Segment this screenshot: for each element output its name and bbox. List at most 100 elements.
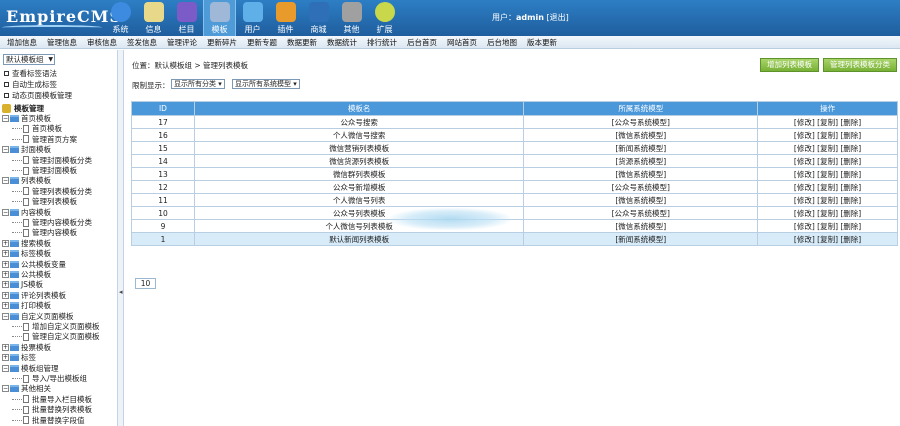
tree-item[interactable]: 批量替换列表模板 xyxy=(12,405,92,414)
menu-item-4[interactable]: 管理评论 xyxy=(164,36,200,48)
tree-item[interactable]: + 公共模板 xyxy=(2,270,51,279)
page-icon xyxy=(23,416,29,425)
collapse-arrow-icon[interactable]: ◂ xyxy=(119,288,123,296)
page-icon xyxy=(23,197,29,206)
menu-item-5[interactable]: 更新碎片 xyxy=(204,36,240,48)
menu-item-6[interactable]: 更新专题 xyxy=(244,36,280,48)
model-filter-select[interactable]: 显示所有系统模型 ▾ xyxy=(232,79,300,89)
collapse-icon[interactable]: − xyxy=(2,364,9,372)
menu-item-10[interactable]: 后台首页 xyxy=(404,36,440,48)
nav-item-4[interactable]: 用户 xyxy=(236,0,269,36)
tree-root[interactable]: 模板管理 xyxy=(2,104,44,113)
cell-ops[interactable]: [修改] [复制] [删除] xyxy=(757,167,898,181)
menu-item-2[interactable]: 审核信息 xyxy=(84,36,120,48)
tree-item[interactable]: 批量导入栏目模板 xyxy=(12,395,92,404)
menu-item-7[interactable]: 数据更新 xyxy=(284,36,320,48)
tree-item[interactable]: + JS模板 xyxy=(2,280,43,289)
menu-item-8[interactable]: 数据统计 xyxy=(324,36,360,48)
tree-item[interactable]: − 其他相关 xyxy=(2,384,51,393)
menu-item-3[interactable]: 签发信息 xyxy=(124,36,160,48)
tree-item[interactable]: 首页模板 xyxy=(12,124,62,133)
cell-ops[interactable]: [修改] [复制] [删除] xyxy=(757,180,898,194)
template-table: ID 模板名 所属系统模型 操作 17 公众号搜索 [公众号系统模型] [修改] [复… xyxy=(131,101,898,246)
tree-item[interactable]: − 首页模板 xyxy=(2,114,51,123)
nav-item-0[interactable]: 系统 xyxy=(104,0,137,36)
expand-icon[interactable]: + xyxy=(2,291,9,299)
tree-item[interactable]: + 公共模板变量 xyxy=(2,260,66,269)
cell-ops[interactable]: [修改] [复制] [删除] xyxy=(757,154,898,168)
page-number-box[interactable]: 10 xyxy=(135,278,156,289)
category-filter-select[interactable]: 显示所有分类 ▾ xyxy=(171,79,225,89)
tree-item[interactable]: + 搜索模板 xyxy=(2,239,51,248)
menu-item-1[interactable]: 管理信息 xyxy=(44,36,80,48)
collapse-icon[interactable]: − xyxy=(2,146,9,154)
nav-item-3[interactable]: 模板 xyxy=(203,0,236,36)
tree-item-label: 增加自定义页面模板 xyxy=(32,322,100,331)
tree-item[interactable]: 管理自定义页面模板 xyxy=(12,332,100,341)
tree-item[interactable]: 批量替换字段值 xyxy=(12,416,85,425)
sidebar-link-2[interactable]: 动态页面模板管理 xyxy=(4,91,72,101)
nav-item-8[interactable]: 扩展 xyxy=(368,0,401,36)
tree-item[interactable]: 管理列表模板 xyxy=(12,197,77,206)
cell-ops[interactable]: [修改] [复制] [删除] xyxy=(757,128,898,142)
tree-item[interactable]: − 列表模板 xyxy=(2,176,51,185)
expand-icon[interactable]: + xyxy=(2,250,9,258)
menu-item-0[interactable]: 增加信息 xyxy=(4,36,40,48)
sidebar-link-label: 自动生成标签 xyxy=(12,80,57,89)
menu-item-13[interactable]: 版本更新 xyxy=(524,36,560,48)
tree-item[interactable]: 管理封面模板分类 xyxy=(12,156,92,165)
tree-item[interactable]: + 打印模板 xyxy=(2,301,51,310)
collapse-icon[interactable]: − xyxy=(2,115,9,122)
tree-item[interactable]: − 自定义页面模板 xyxy=(2,312,74,321)
expand-icon[interactable]: + xyxy=(2,354,9,362)
expand-icon[interactable]: + xyxy=(2,343,9,351)
tree-item[interactable]: − 封面模板 xyxy=(2,145,51,154)
expand-icon[interactable]: + xyxy=(2,281,9,289)
expand-icon[interactable]: + xyxy=(2,271,9,278)
manage-template-category-button[interactable]: 管理列表模板分类 xyxy=(823,58,897,72)
tree-item[interactable]: 导入/导出模板组 xyxy=(12,374,87,383)
expand-icon[interactable]: + xyxy=(2,239,9,247)
tree-line xyxy=(12,419,22,421)
tree-item[interactable]: + 标签 xyxy=(2,353,36,362)
nav-item-1[interactable]: 信息 xyxy=(137,0,170,36)
collapse-icon[interactable]: − xyxy=(2,312,9,320)
tree-item[interactable]: 管理内容模板 xyxy=(12,228,77,237)
nav-item-6[interactable]: 商城 xyxy=(302,0,335,36)
logout-link[interactable]: [退出] xyxy=(546,13,568,22)
add-list-template-button[interactable]: 增加列表模板 xyxy=(760,58,819,72)
cell-ops[interactable]: [修改] [复制] [删除] xyxy=(757,193,898,207)
menu-item-11[interactable]: 网站首页 xyxy=(444,36,480,48)
sidebar-link-0[interactable]: 查看标签语法 xyxy=(4,69,57,79)
menu-item-9[interactable]: 排行统计 xyxy=(364,36,400,48)
tree-item[interactable]: + 投票模板 xyxy=(2,343,51,352)
sidebar-link-1[interactable]: 自动生成标签 xyxy=(4,80,57,90)
cell-ops[interactable]: [修改] [复制] [删除] xyxy=(757,206,898,220)
tree-item[interactable]: − 模板组管理 xyxy=(2,364,59,373)
menu-item-12[interactable]: 后台地图 xyxy=(484,36,520,48)
tree-item-label: 打印模板 xyxy=(21,301,51,311)
tree-item[interactable]: + 评论列表模板 xyxy=(2,291,66,300)
cell-ops[interactable]: [修改] [复制] [删除] xyxy=(757,141,898,155)
cell-name: 公众号搜索 xyxy=(193,115,525,129)
cell-ops[interactable]: [修改] [复制] [删除] xyxy=(757,115,898,129)
tree-item[interactable]: + 标签模板 xyxy=(2,249,51,258)
collapse-icon[interactable]: − xyxy=(2,208,9,216)
tree-item[interactable]: 管理内容模板分类 xyxy=(12,218,92,227)
cell-ops[interactable]: [修改] [复制] [删除] xyxy=(757,219,898,233)
cell-ops[interactable]: [修改] [复制] [删除] xyxy=(757,232,898,246)
tree-item[interactable]: 增加自定义页面模板 xyxy=(12,322,100,331)
collapse-icon[interactable]: − xyxy=(2,177,9,185)
tree-item[interactable]: 管理首页方案 xyxy=(12,135,77,144)
nav-item-2[interactable]: 栏目 xyxy=(170,0,203,36)
tree-item[interactable]: 管理列表模板分类 xyxy=(12,187,92,196)
expand-icon[interactable]: + xyxy=(2,260,9,268)
nav-item-5[interactable]: 插件 xyxy=(269,0,302,36)
expand-icon[interactable]: + xyxy=(2,302,9,310)
nav-item-7[interactable]: 其他 xyxy=(335,0,368,36)
tree-item[interactable]: 管理封面模板 xyxy=(12,166,77,175)
tree-line xyxy=(12,398,22,400)
collapse-icon[interactable]: − xyxy=(2,385,9,393)
tree-item[interactable]: − 内容模板 xyxy=(2,208,51,217)
template-group-select[interactable]: 默认模板组 ▼ xyxy=(3,54,55,65)
